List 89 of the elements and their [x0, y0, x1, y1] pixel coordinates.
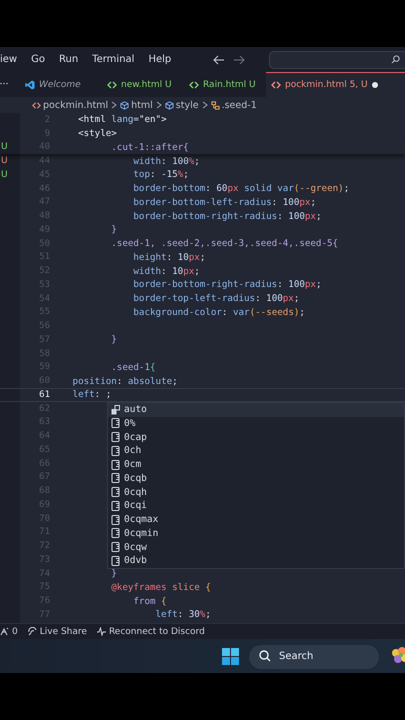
ruler-icon [111, 446, 120, 456]
menu-item[interactable]: Help [148, 54, 172, 65]
status-item[interactable]: 0 [0, 626, 18, 636]
chevron-icon [111, 101, 118, 109]
ruler-icon [111, 528, 120, 538]
code-brackets-icon [32, 100, 41, 110]
suggestion-item[interactable]: 0cqh [108, 485, 404, 499]
breadcrumb-item[interactable]: pockmin.html [32, 100, 108, 110]
editor-tab[interactable]: pockmin.html 5, U [266, 72, 405, 97]
pulse-icon [96, 627, 106, 636]
status-item[interactable]: Reconnect to Discord [96, 626, 205, 636]
code-line: border-bottom-right-radius: 100px; [132, 210, 322, 222]
code-line: } [110, 224, 117, 236]
suggestion-item[interactable]: 0ch [108, 444, 404, 458]
ruler-icon [111, 432, 120, 442]
code-line: <style> [77, 128, 117, 140]
menu-item[interactable]: Terminal [92, 54, 134, 65]
forward-arrow-icon[interactable] [233, 54, 246, 64]
code-brackets-icon [189, 80, 199, 90]
suggestion-item[interactable]: 0dvb [108, 554, 404, 568]
search-icon [391, 54, 400, 64]
code-line: position: absolute; [72, 376, 178, 387]
ruler-icon [111, 460, 120, 470]
code-brackets-icon [271, 80, 281, 90]
suggestion-item[interactable]: 0% [108, 416, 404, 430]
code-brackets-icon [107, 80, 117, 90]
code-line: from { [132, 596, 167, 607]
breadcrumb-item[interactable]: style [164, 100, 199, 110]
search-icon [259, 650, 271, 662]
code-line: width: 100%; [132, 156, 200, 167]
code-line: .cut-1::after{ [110, 142, 189, 153]
menu-item[interactable]: Go [31, 54, 45, 65]
suggestion-item[interactable]: 0cqb [108, 472, 404, 486]
code-line: border-bottom: 60px solid var(--green); [132, 183, 350, 194]
suggestion-item[interactable]: 0cqi [108, 499, 404, 513]
ruler-icon [111, 542, 120, 552]
cube-icon [120, 100, 130, 110]
share-icon [28, 627, 37, 636]
code-line: left: ; [72, 389, 112, 400]
code-line: .seed-1{ [110, 362, 156, 373]
code-line: border-bottom-right-radius: 100px; [132, 279, 322, 290]
ruler-icon [111, 473, 120, 484]
code-line: left: 30%; [154, 609, 211, 620]
suggestion-item[interactable]: auto [108, 402, 404, 416]
selector-icon [210, 100, 220, 110]
ruler-icon [111, 556, 120, 566]
ruler-icon [111, 487, 120, 498]
code-line: width: 10px; [132, 266, 200, 277]
code-line: <html lang="en"> [77, 114, 167, 126]
git-status-mark: U [0, 156, 8, 166]
git-status-mark: U [0, 170, 8, 180]
code-line: @keyframes slice { [110, 582, 211, 593]
code-line: .seed-1, .seed-2,.seed-3,.seed-4,.seed-5{ [110, 238, 338, 250]
ruler-icon [111, 500, 120, 511]
windows-logo-icon[interactable] [222, 648, 239, 664]
editor-tab[interactable]: Rain.html U [184, 72, 266, 97]
suggestion-item[interactable]: 0cm [108, 458, 404, 472]
code-line: top: -15%; [132, 169, 189, 180]
code-line: border-bottom-left-radius: 100px; [132, 196, 316, 208]
code-line: } [110, 568, 117, 580]
suggestion-item[interactable]: 0cqmin [108, 526, 404, 540]
taskbar-search-field[interactable]: Search [249, 644, 379, 668]
suggestion-item[interactable]: 0cqw [108, 540, 404, 554]
menu-item[interactable]: iew [0, 54, 18, 65]
breadcrumb-item[interactable]: html [120, 100, 153, 110]
line-number: 61 [38, 390, 50, 400]
ruler-icon [111, 418, 120, 428]
chevron-icon [156, 101, 162, 109]
editor-tab[interactable]: Welcome [20, 72, 102, 97]
menu-item[interactable]: Run [58, 54, 78, 65]
code-line: background-color: var(--seeds); [132, 306, 305, 318]
suggestion-item[interactable]: 0cqmax [108, 512, 404, 526]
code-line: border-top-left-radius: 100px; [132, 293, 300, 304]
status-item[interactable]: Live Share [28, 626, 87, 636]
editor-tab[interactable]: new.html U [102, 72, 184, 97]
chevron-icon [202, 101, 208, 109]
breadcrumb-item[interactable]: .seed-1 [210, 100, 257, 110]
back-arrow-icon[interactable] [213, 54, 226, 64]
search-field[interactable] [269, 50, 405, 68]
cube-icon [164, 100, 174, 110]
antenna-icon [0, 627, 9, 636]
more-icon[interactable] [0, 82, 8, 85]
suggestion-item[interactable]: 0cap [108, 430, 404, 444]
code-editor-icon [25, 80, 35, 90]
code-line: } [110, 334, 117, 346]
git-status-mark: U [0, 142, 8, 152]
keyword-icon [111, 404, 120, 415]
code-line: height: 10px; [132, 252, 206, 263]
ruler-icon [111, 514, 120, 525]
